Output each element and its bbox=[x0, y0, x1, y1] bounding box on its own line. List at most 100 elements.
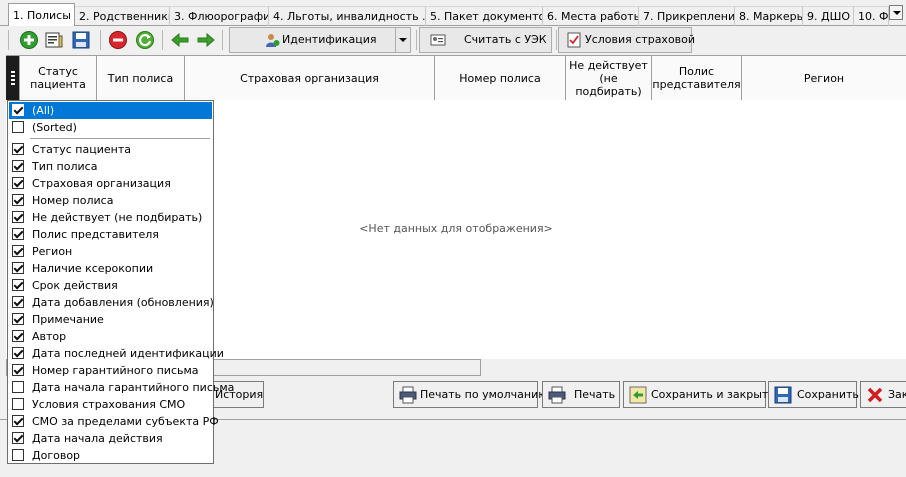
user-identify-icon bbox=[266, 34, 280, 47]
checkbox[interactable] bbox=[12, 415, 24, 427]
checkbox[interactable] bbox=[12, 432, 24, 444]
column-header[interactable]: Не действует (не подбирать) bbox=[566, 56, 652, 100]
chooser-item[interactable]: Страховая организация bbox=[9, 175, 212, 192]
checkbox[interactable] bbox=[12, 449, 24, 461]
tab-workplaces[interactable]: 6. Места работы bbox=[543, 6, 639, 26]
checkbox[interactable] bbox=[12, 177, 24, 189]
tab-dsho[interactable]: 9. ДШО bbox=[803, 6, 854, 26]
checkbox[interactable] bbox=[12, 330, 24, 342]
save-button[interactable]: Сохранить bbox=[768, 381, 859, 408]
close-label: Закрыть bbox=[888, 388, 906, 401]
chooser-item[interactable]: Примечание bbox=[9, 311, 212, 328]
toolbar: Идентификация Считать с УЭК Условия стра… bbox=[0, 26, 906, 55]
tab-documents[interactable]: 5. Пакет документов bbox=[426, 6, 543, 26]
tab-scroll-button[interactable] bbox=[889, 5, 903, 20]
refresh-icon[interactable] bbox=[135, 30, 155, 50]
arrow-right-icon[interactable] bbox=[196, 30, 216, 50]
read-uek-button[interactable]: Считать с УЭК bbox=[419, 27, 552, 53]
chooser-item[interactable]: СМО за пределами субъекта РФ bbox=[9, 413, 219, 430]
chooser-item[interactable]: Полис представителя bbox=[9, 226, 212, 243]
chooser-item[interactable]: Дата добавления (обновления) bbox=[9, 294, 214, 311]
checkbox[interactable] bbox=[12, 398, 24, 410]
checkbox[interactable] bbox=[12, 364, 24, 376]
toolbar-grip bbox=[8, 30, 9, 50]
id-card-icon bbox=[430, 34, 446, 46]
chooser-item[interactable]: Договор bbox=[9, 447, 212, 464]
checkbox[interactable] bbox=[12, 211, 24, 223]
checkbox[interactable] bbox=[12, 143, 24, 155]
tab-relatives[interactable]: 2. Родственники bbox=[75, 6, 170, 26]
chooser-item[interactable]: Дата начала действия bbox=[9, 430, 212, 447]
column-header[interactable]: Регион bbox=[742, 56, 906, 100]
checkbox[interactable] bbox=[12, 104, 24, 116]
checkbox[interactable] bbox=[12, 262, 24, 274]
checkbox[interactable] bbox=[12, 228, 24, 240]
chooser-item-all[interactable]: (All) bbox=[9, 102, 212, 119]
chooser-item[interactable]: Срок действия bbox=[9, 277, 212, 294]
tab-attachment[interactable]: 7. Прикрепление bbox=[639, 6, 735, 26]
chooser-divider bbox=[30, 138, 210, 139]
column-customize-button[interactable] bbox=[6, 56, 20, 100]
column-header[interactable]: Полис представителя bbox=[652, 56, 742, 100]
printer-icon bbox=[399, 386, 417, 404]
checkbox[interactable] bbox=[12, 381, 24, 393]
chooser-item[interactable]: Не действует (не подбирать) bbox=[9, 209, 212, 226]
chooser-item[interactable]: Номер гарантийного письма bbox=[9, 362, 212, 379]
toolbar-separator bbox=[416, 30, 417, 50]
save-and-close-label: Сохранить и закрыть bbox=[651, 388, 775, 401]
chooser-item[interactable]: Тип полиса bbox=[9, 158, 212, 175]
toolbar-separator bbox=[162, 30, 163, 50]
chooser-item[interactable]: Автор bbox=[9, 328, 212, 345]
grid-header: Статус пациента Тип полиса Страховая орг… bbox=[6, 55, 906, 100]
checkbox[interactable] bbox=[12, 245, 24, 257]
save-label: Сохранить bbox=[797, 388, 859, 401]
chooser-item[interactable]: Наличие ксерокопии bbox=[9, 260, 212, 277]
checkbox[interactable] bbox=[12, 313, 24, 325]
tab-policies[interactable]: 1. Полисы bbox=[8, 3, 75, 26]
save-icon[interactable] bbox=[71, 30, 91, 50]
print-button[interactable]: Печать bbox=[542, 381, 620, 408]
toolbar-separator bbox=[556, 30, 557, 50]
add-icon[interactable] bbox=[19, 30, 39, 50]
chooser-item[interactable]: Номер полиса bbox=[9, 192, 212, 209]
checkbox[interactable] bbox=[12, 347, 24, 359]
chooser-item[interactable]: Дата начала гарантийного письма bbox=[9, 379, 234, 396]
identification-dropdown-arrow[interactable] bbox=[395, 28, 410, 52]
arrow-left-icon[interactable] bbox=[170, 30, 190, 50]
column-header[interactable]: Тип полиса bbox=[97, 56, 185, 100]
close-button[interactable]: Закрыть bbox=[860, 381, 906, 408]
identification-button[interactable]: Идентификация bbox=[229, 27, 411, 53]
insurance-conditions-button[interactable]: Условия страховой bbox=[558, 27, 696, 53]
chooser-item[interactable]: Статус пациента bbox=[9, 141, 212, 158]
column-customize-icon bbox=[10, 71, 15, 85]
edit-card-icon[interactable] bbox=[44, 30, 64, 50]
tab-benefits[interactable]: 4. Льготы, инвалидность ... bbox=[269, 6, 426, 26]
toolbar-separator bbox=[100, 30, 101, 50]
column-header[interactable]: Статус пациента bbox=[20, 56, 97, 100]
save-and-close-button[interactable]: Сохранить и закрыть bbox=[623, 381, 775, 408]
printer-icon bbox=[548, 386, 566, 404]
column-header[interactable]: Страховая организация bbox=[185, 56, 435, 100]
tab-markers[interactable]: 8. Маркеры bbox=[735, 6, 803, 26]
column-chooser-dropdown[interactable]: (All) (Sorted) Статус пациента Тип полис… bbox=[7, 100, 234, 464]
read-uek-label: Считать с УЭК bbox=[464, 33, 547, 46]
print-default-button[interactable]: Печать по умолчанию bbox=[393, 381, 548, 408]
checkbox[interactable] bbox=[12, 160, 24, 172]
print-default-label: Печать по умолчанию bbox=[420, 388, 548, 401]
chooser-item[interactable]: Условия страхования СМО bbox=[9, 396, 212, 413]
print-label: Печать bbox=[574, 388, 616, 401]
tab-10[interactable]: 10. Фа bbox=[854, 6, 889, 26]
checkbox[interactable] bbox=[12, 296, 24, 308]
column-header[interactable]: Номер полиса bbox=[435, 56, 566, 100]
close-icon bbox=[867, 387, 883, 403]
checkbox[interactable] bbox=[12, 194, 24, 206]
save-icon bbox=[774, 386, 792, 404]
checkbox[interactable] bbox=[12, 279, 24, 291]
insurance-conditions-label: Условия страховой bbox=[585, 33, 696, 46]
chooser-item[interactable]: Регион bbox=[9, 243, 212, 260]
stop-icon[interactable] bbox=[108, 30, 128, 50]
tab-fluorography[interactable]: 3. Флюорография bbox=[170, 6, 269, 26]
chooser-item-sorted[interactable]: (Sorted) bbox=[9, 119, 212, 136]
checkbox[interactable] bbox=[12, 121, 24, 133]
chooser-item[interactable]: Дата последней идентификации bbox=[9, 345, 224, 362]
